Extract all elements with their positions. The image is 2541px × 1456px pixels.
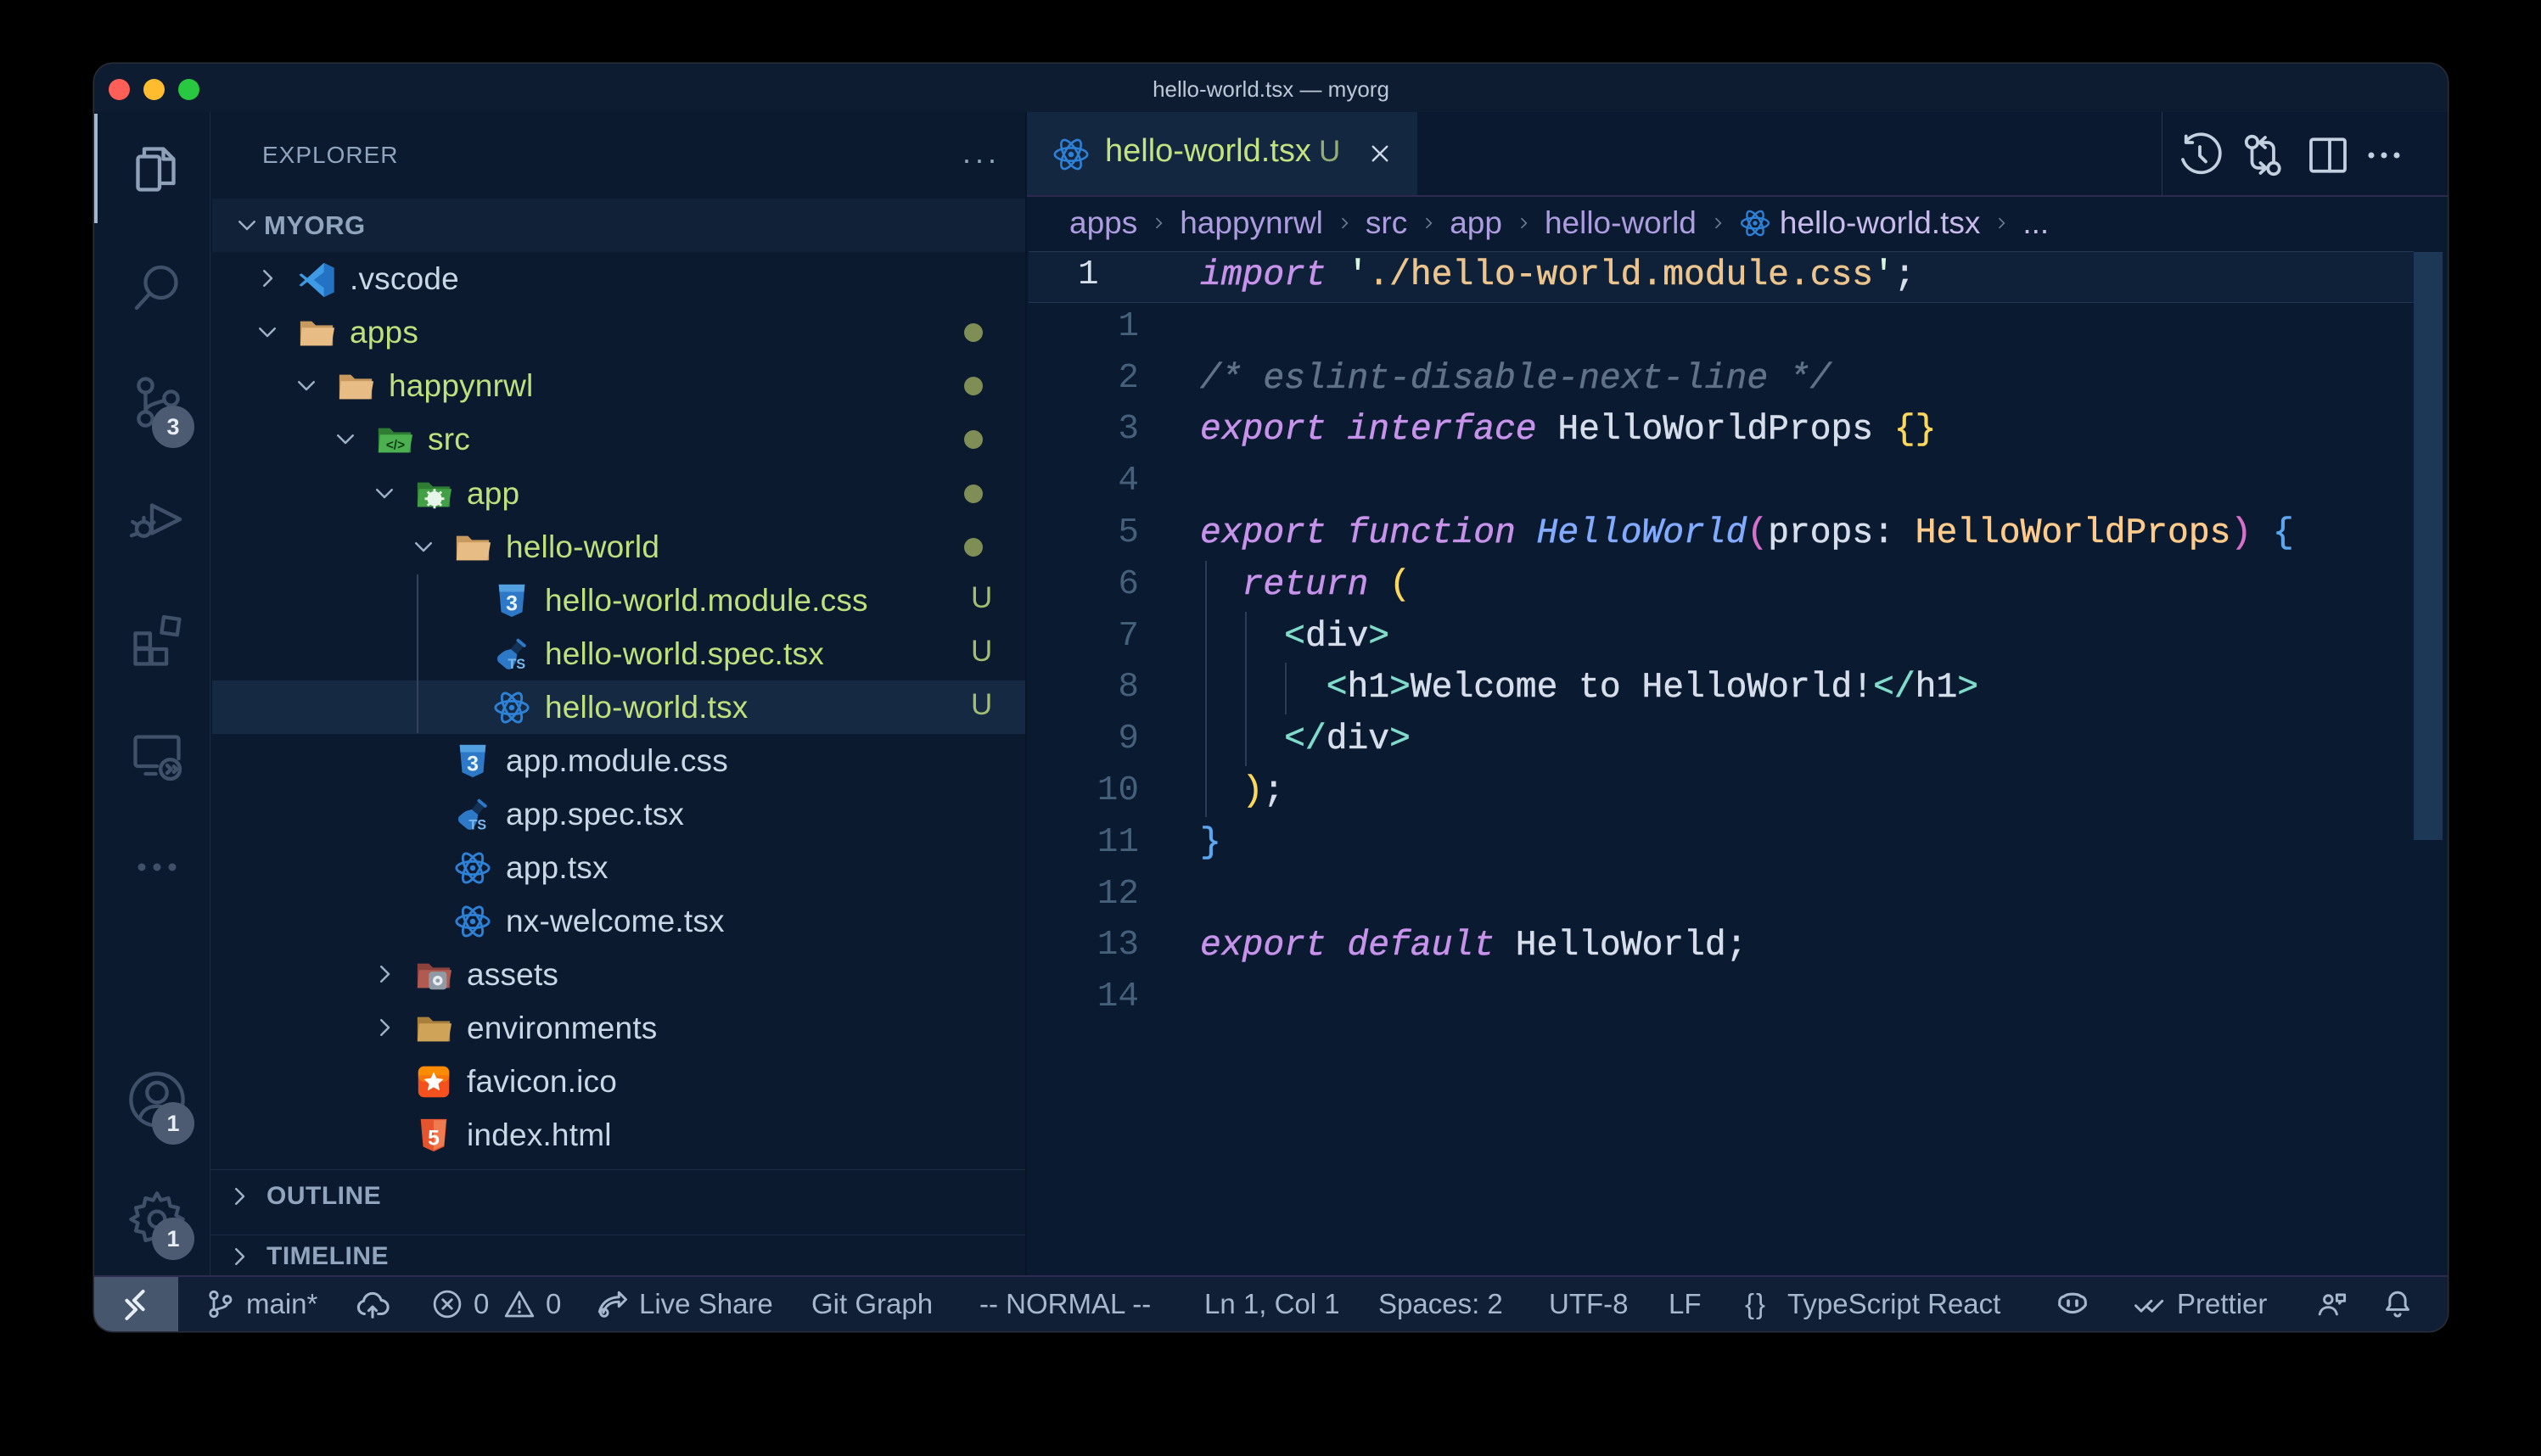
svg-text:TS: TS (508, 657, 525, 672)
svg-text:3: 3 (506, 592, 518, 616)
svg-text:5: 5 (428, 1127, 440, 1151)
svg-text:3: 3 (467, 753, 479, 776)
svg-text:</>: </> (386, 439, 405, 453)
svg-text:TS: TS (468, 817, 486, 832)
